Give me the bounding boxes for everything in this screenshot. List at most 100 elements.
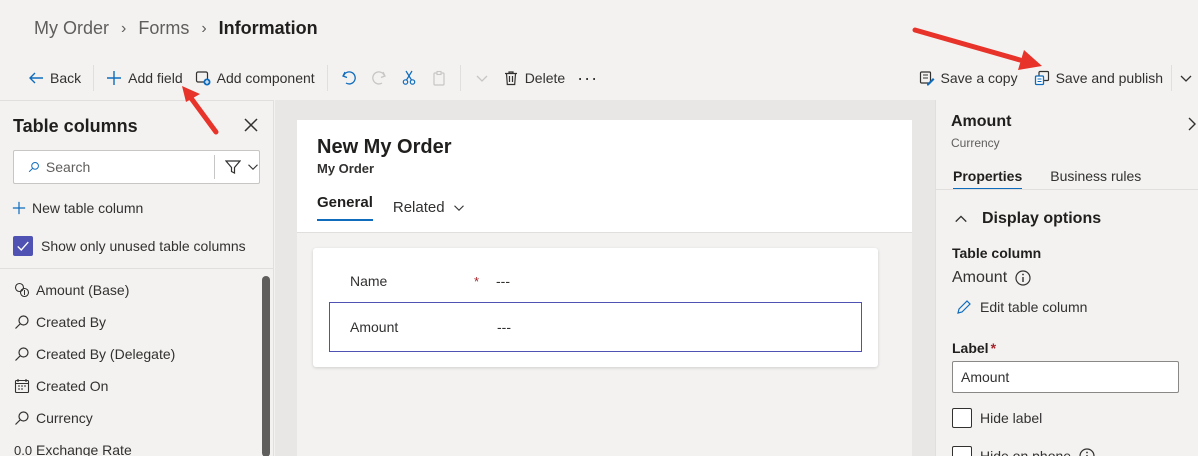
undo-icon — [341, 71, 356, 85]
chevron-down-icon — [476, 75, 488, 82]
breadcrumb-item-forms[interactable]: Forms — [138, 18, 189, 39]
tab-related-label: Related — [392, 199, 445, 216]
list-item-label: Created By (Delegate) — [36, 346, 176, 362]
tab-business-rules[interactable]: Business rules — [1050, 168, 1141, 190]
add-field-button[interactable]: Add field — [100, 62, 188, 94]
list-item-label: Currency — [36, 410, 93, 426]
add-component-button[interactable]: Add component — [189, 62, 321, 94]
plus-icon — [107, 71, 122, 85]
hide-label-text: Hide label — [980, 410, 1043, 426]
form-title: New My Order — [317, 136, 452, 158]
new-column-label: New table column — [32, 200, 144, 216]
undo-button[interactable] — [334, 62, 364, 94]
save-a-copy-button[interactable]: Save a copy — [913, 62, 1024, 94]
table-column-heading: Table column — [952, 245, 1042, 261]
close-icon[interactable] — [242, 116, 260, 134]
command-bar: Back Add field Add component Delete ··· … — [0, 58, 1198, 98]
new-table-column-button[interactable]: New table column — [12, 200, 143, 216]
hide-label-checkbox[interactable]: Hide label — [952, 408, 1042, 428]
paste-options-button[interactable] — [467, 62, 497, 94]
breadcrumb-current: Information — [218, 18, 318, 38]
checkbox-unchecked[interactable] — [952, 408, 972, 428]
lookup-icon — [15, 315, 29, 329]
cut-button[interactable] — [394, 62, 424, 94]
filter-button[interactable] — [215, 159, 259, 175]
checkmark-icon — [17, 241, 29, 251]
table-column-name: Amount — [952, 269, 1008, 286]
display-options-header[interactable]: Display options — [954, 210, 1101, 228]
tab-general[interactable]: General — [317, 194, 373, 221]
back-label: Back — [50, 70, 82, 86]
edit-column-label: Edit table column — [980, 299, 1088, 315]
plus-icon — [12, 201, 26, 215]
tab-properties[interactable]: Properties — [953, 168, 1023, 190]
field-name[interactable]: Name * --- — [329, 256, 862, 306]
back-button[interactable]: Back — [22, 62, 87, 94]
form-header: New My Order My Order General Related — [297, 120, 912, 233]
field-label: Amount — [350, 319, 399, 335]
chevron-down-icon — [453, 204, 464, 211]
breadcrumb: My Order › Forms › Information — [34, 18, 318, 39]
field-amount[interactable]: Amount --- — [329, 302, 862, 352]
list-item[interactable]: Created By — [14, 306, 254, 338]
chevron-right-icon[interactable] — [1186, 116, 1198, 132]
more-label: ··· — [577, 67, 599, 88]
panel-subtitle: Currency — [951, 136, 1000, 150]
scissors-icon — [402, 70, 415, 85]
save-copy-label: Save a copy — [940, 70, 1018, 86]
list-item[interactable]: Created On — [14, 370, 254, 402]
field-value: --- — [497, 319, 511, 335]
divider — [0, 268, 274, 269]
divider — [1171, 65, 1172, 91]
save-publish-label: Save and publish — [1055, 70, 1163, 86]
save-and-publish-button[interactable]: Save and publish — [1028, 62, 1169, 94]
delete-button[interactable]: Delete — [497, 62, 571, 94]
save-options-button[interactable] — [1174, 62, 1198, 94]
divider — [326, 65, 328, 91]
properties-tabs: Properties Business rules — [953, 168, 1141, 190]
tab-related[interactable]: Related — [393, 194, 465, 221]
show-unused-label: Show only unused table columns — [41, 238, 246, 254]
form-section[interactable]: Name * --- Amount --- — [313, 248, 878, 367]
trash-icon — [504, 71, 517, 86]
table-column-value: Amount — [952, 269, 1031, 287]
divider — [936, 189, 1198, 190]
info-icon[interactable] — [1015, 270, 1031, 286]
breadcrumb-item-my-order[interactable]: My Order — [34, 18, 109, 39]
info-icon[interactable] — [1079, 448, 1095, 456]
search-box — [13, 150, 260, 184]
checkbox-checked[interactable] — [13, 236, 33, 256]
list-item-label: Created By — [36, 314, 107, 330]
more-commands-button[interactable]: ··· — [571, 62, 604, 94]
list-item[interactable]: Currency — [14, 402, 254, 434]
properties-panel: Amount Currency Properties Business rule… — [935, 100, 1198, 456]
list-item[interactable]: Created By (Delegate) — [14, 338, 254, 370]
required-indicator: * — [474, 273, 480, 289]
form-subtitle: My Order — [317, 161, 375, 176]
form-preview: New My Order My Order General Related Na… — [297, 120, 912, 456]
save-copy-icon — [919, 71, 935, 86]
add-component-icon — [195, 71, 211, 86]
section-title: Display options — [982, 210, 1102, 227]
list-item[interactable]: 0.0 Exchange Rate — [14, 434, 254, 456]
list-item[interactable]: Amount (Base) — [14, 274, 254, 306]
redo-button[interactable] — [364, 62, 394, 94]
scrollbar[interactable] — [262, 276, 270, 456]
hide-on-phone-checkbox[interactable]: Hide on phone — [952, 446, 1095, 456]
decimal-icon: 0.0 — [14, 442, 33, 456]
label-input[interactable] — [952, 361, 1179, 393]
delete-label: Delete — [524, 70, 566, 86]
filter-icon — [225, 160, 241, 174]
lookup-icon — [15, 347, 29, 361]
clipboard-icon — [433, 70, 445, 86]
checkbox-unchecked[interactable] — [952, 446, 972, 456]
search-input[interactable] — [45, 159, 186, 175]
hide-on-phone-text: Hide on phone — [980, 448, 1072, 456]
show-unused-checkbox[interactable]: Show only unused table columns — [13, 236, 246, 256]
field-value: --- — [496, 273, 510, 289]
edit-table-column-button[interactable]: Edit table column — [956, 299, 1087, 315]
add-component-label: Add component — [216, 70, 315, 86]
paste-button[interactable] — [424, 62, 454, 94]
arrow-left-icon — [29, 72, 43, 84]
form-tabs: General Related — [317, 194, 465, 221]
